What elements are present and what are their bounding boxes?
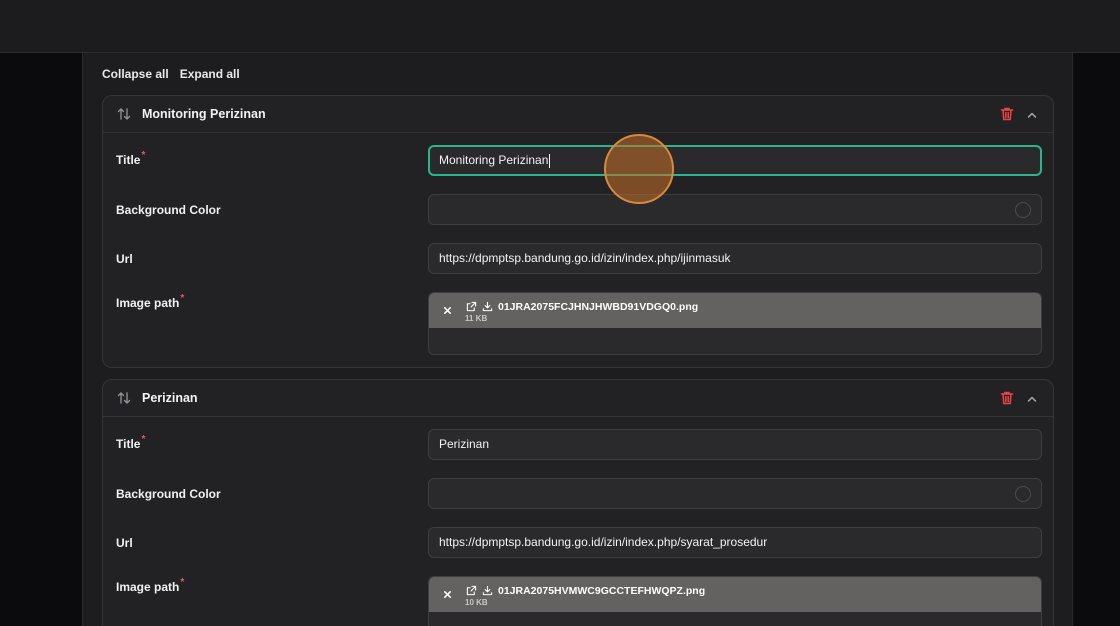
title-label: Title* (116, 150, 146, 167)
title-field-row: Title* Monitoring Perizinan (116, 145, 1042, 177)
form-panel: Collapse all Expand all Monitoring Periz… (82, 53, 1073, 626)
chevron-up-icon[interactable] (1025, 108, 1039, 122)
background-color-label: Background Color (116, 487, 221, 501)
trash-icon[interactable] (999, 390, 1015, 406)
repeater-item-header[interactable]: Monitoring Perizinan (103, 96, 1053, 133)
uploaded-file: 01JRA2075FCJHNJHWBD91VDGQ0.png 11 KB (429, 293, 1041, 328)
repeater-actions: Collapse all Expand all (102, 67, 240, 81)
trash-icon[interactable] (999, 106, 1015, 122)
file-name: 01JRA2075HVMWC9GCCTEFHWQPZ.png (498, 585, 706, 597)
title-input[interactable]: Monitoring Perizinan (428, 145, 1042, 176)
file-name: 01JRA2075FCJHNJHWBD91VDGQ0.png (498, 301, 699, 313)
background-color-row: Background Color (116, 478, 1042, 510)
chevron-up-icon[interactable] (1025, 392, 1039, 406)
background-color-input[interactable] (428, 194, 1042, 225)
color-swatch-icon[interactable] (1015, 202, 1031, 218)
image-path-label: Image path* (116, 293, 185, 310)
title-label: Title* (116, 434, 146, 451)
collapse-all-button[interactable]: Collapse all (102, 67, 169, 81)
repeater-item-2: Perizinan Title* Perizinan Background Co… (102, 379, 1054, 626)
image-path-row: Image path* 01JRA2075HVMWC9GCCTEFHWQPZ.p… (116, 576, 1042, 626)
click-indicator (604, 134, 674, 204)
file-size: 10 KB (465, 598, 488, 607)
external-link-icon[interactable] (466, 585, 477, 596)
sort-icon[interactable] (116, 390, 132, 406)
file-size: 11 KB (465, 314, 488, 323)
uploaded-file: 01JRA2075HVMWC9GCCTEFHWQPZ.png 10 KB (429, 577, 1041, 612)
url-row: Url https://dpmptsp.bandung.go.id/izin/i… (116, 243, 1042, 275)
close-icon[interactable] (443, 306, 452, 315)
download-icon[interactable] (482, 301, 493, 312)
url-input[interactable]: https://dpmptsp.bandung.go.id/izin/index… (428, 243, 1042, 274)
background-color-row: Background Color (116, 194, 1042, 226)
repeater-item-title: Monitoring Perizinan (142, 107, 266, 121)
close-icon[interactable] (443, 590, 452, 599)
url-input[interactable]: https://dpmptsp.bandung.go.id/izin/index… (428, 527, 1042, 558)
background-color-label: Background Color (116, 203, 221, 217)
repeater-item-1: Monitoring Perizinan Title* Monitoring P… (102, 95, 1054, 368)
repeater-item-header[interactable]: Perizinan (103, 380, 1053, 417)
url-row: Url https://dpmptsp.bandung.go.id/izin/i… (116, 527, 1042, 559)
title-input[interactable]: Perizinan (428, 429, 1042, 460)
image-upload[interactable]: 01JRA2075FCJHNJHWBD91VDGQ0.png 11 KB (428, 292, 1042, 355)
image-path-label: Image path* (116, 577, 185, 594)
expand-all-button[interactable]: Expand all (180, 67, 240, 81)
top-bar (0, 0, 1120, 53)
url-label: Url (116, 536, 133, 550)
image-path-row: Image path* 01JRA2075FCJHNJHWBD91VDGQ0.p… (116, 292, 1042, 356)
external-link-icon[interactable] (466, 301, 477, 312)
color-swatch-icon[interactable] (1015, 486, 1031, 502)
repeater-item-title: Perizinan (142, 391, 198, 405)
sort-icon[interactable] (116, 106, 132, 122)
download-icon[interactable] (482, 585, 493, 596)
background-color-input[interactable] (428, 478, 1042, 509)
url-label: Url (116, 252, 133, 266)
image-upload[interactable]: 01JRA2075HVMWC9GCCTEFHWQPZ.png 10 KB (428, 576, 1042, 626)
title-field-row: Title* Perizinan (116, 429, 1042, 461)
